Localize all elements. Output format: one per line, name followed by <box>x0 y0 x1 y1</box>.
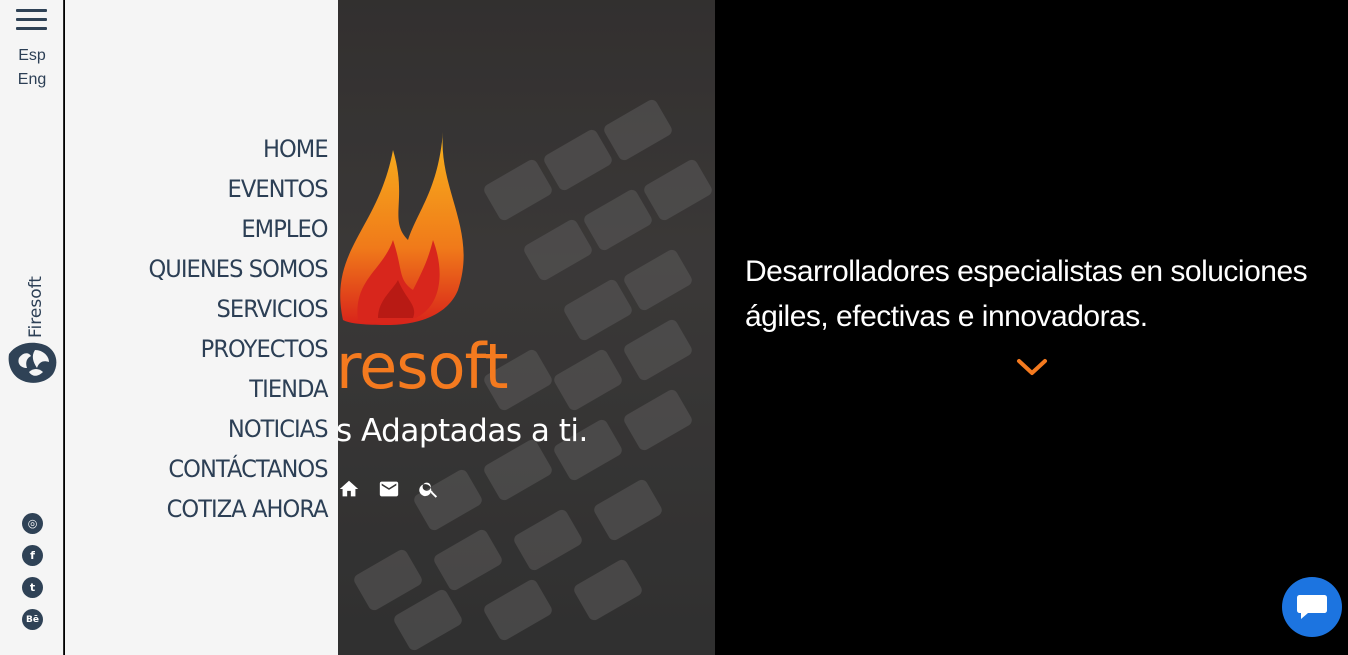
menu-item-proyectos[interactable]: PROYECTOS <box>149 329 329 369</box>
menu-item-eventos[interactable]: EVENTOS <box>149 169 329 209</box>
nav-menu-panel: HOME EVENTOS EMPLEO QUIENES SOMOS SERVIC… <box>65 0 338 655</box>
hero-overlay <box>338 0 715 655</box>
search-icon[interactable] <box>418 478 440 500</box>
menu-item-contactanos[interactable]: CONTÁCTANOS <box>149 449 329 489</box>
nav-menu: HOME EVENTOS EMPLEO QUIENES SOMOS SERVIC… <box>137 129 329 529</box>
behance-icon[interactable]: Bē <box>22 609 43 630</box>
intro-panel: Desarrolladores especialistas en solucio… <box>715 0 1348 655</box>
page: resoft s Adaptadas a ti. Desarrolladores… <box>0 0 1348 655</box>
mail-icon[interactable] <box>378 478 400 500</box>
firesoft-mark-icon <box>8 342 57 383</box>
intro-headline: Desarrolladores especialistas en solucio… <box>745 255 1308 333</box>
twitter-icon[interactable]: t <box>22 577 43 598</box>
logo-text: resoft <box>338 330 509 403</box>
language-esp[interactable]: Esp <box>0 47 64 65</box>
language-eng[interactable]: Eng <box>0 71 64 89</box>
facebook-icon[interactable]: f <box>22 545 43 566</box>
side-rail: Esp Eng Firesoft ◎ f t Bē <box>0 0 64 655</box>
chat-button[interactable] <box>1282 577 1342 637</box>
home-icon[interactable] <box>338 478 360 500</box>
menu-item-servicios[interactable]: SERVICIOS <box>149 289 329 329</box>
flame-logo-icon <box>340 132 464 325</box>
menu-item-empleo[interactable]: EMPLEO <box>149 209 329 249</box>
menu-item-home[interactable]: HOME <box>149 129 329 169</box>
chevron-down-icon[interactable] <box>1015 355 1049 379</box>
brand-name-vertical: Firesoft <box>26 276 46 338</box>
instagram-icon[interactable]: ◎ <box>22 513 43 534</box>
hamburger-menu-icon[interactable] <box>16 9 47 31</box>
menu-item-cotiza-ahora[interactable]: COTIZA AHORA <box>149 489 329 529</box>
chat-bubble-icon <box>1297 595 1327 619</box>
menu-item-quienes-somos[interactable]: QUIENES SOMOS <box>149 249 329 289</box>
hero-image: resoft s Adaptadas a ti. <box>338 0 715 655</box>
menu-item-tienda[interactable]: TIENDA <box>149 369 329 409</box>
menu-item-noticias[interactable]: NOTICIAS <box>149 409 329 449</box>
hero-tagline: s Adaptadas a ti. <box>338 413 588 449</box>
